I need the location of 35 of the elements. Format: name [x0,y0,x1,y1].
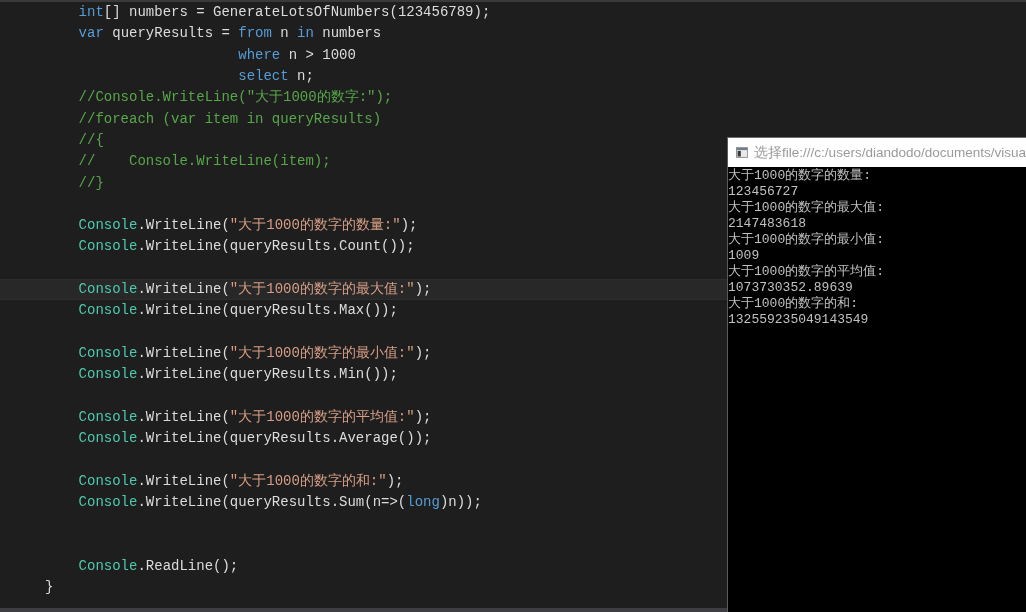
code-line: Console.WriteLine("大于1000的数字的数量:"); [78,216,418,236]
console-output-line: 大于1000的数字的和: [728,296,858,312]
code-line: select n; [238,67,314,87]
code-line: Console.WriteLine(queryResults.Count()); [78,237,415,257]
window-title: 选择file:///c:/users/diandodo/documents/visua [754,143,1026,162]
code-line: Console.ReadLine(); [78,556,239,576]
window-icon [736,146,749,159]
code-line: //Console.WriteLine("大于1000的数字:"); [78,88,393,108]
code-line: where n > 1000 [238,45,356,65]
code-line: // Console.WriteLine(item); [78,152,331,172]
code-line: var queryResults = from n in numbers [78,24,382,44]
console-output-line: 2147483618 [728,216,806,232]
code-line: Console.WriteLine(queryResults.Average()); [78,429,432,449]
code-line: } [45,578,54,598]
console-output-line: 132559235049143549 [728,312,869,328]
code-line: Console.WriteLine(queryResults.Min()); [78,365,398,385]
code-line: Console.WriteLine(queryResults.Sum(n=>(long)n)); [78,492,482,512]
console-output-line: 1009 [728,248,760,264]
code-line: Console.WriteLine("大于1000的数字的和:"); [78,471,404,491]
console-output-line: 大于1000的数字的数量: [728,168,871,184]
code-line: //} [78,173,104,193]
code-editor[interactable] [0,0,1026,612]
console-output-line: 123456727 [728,184,799,200]
horizontal-scrollbar[interactable] [0,608,727,612]
console-output-line: 大于1000的数字的最大值: [728,200,884,216]
code-line: //{ [78,130,104,150]
code-line: Console.WriteLine("大于1000的数字的平均值:"); [78,407,432,427]
code-line: int[] numbers = GenerateLotsOfNumbers(123456789); [78,3,491,23]
code-line: Console.WriteLine("大于1000的数字的最大值:"); [78,280,432,299]
code-line: Console.WriteLine(queryResults.Max()); [78,301,398,321]
code-line: //foreach (var item in queryResults) [78,109,382,129]
console-output-line: 大于1000的数字的最小值: [728,232,884,248]
console-output-line: 1073730352.89639 [728,280,853,296]
code-line: Console.WriteLine("大于1000的数字的最小值:"); [78,343,432,363]
console-output-line: 大于1000的数字的平均值: [728,264,884,280]
